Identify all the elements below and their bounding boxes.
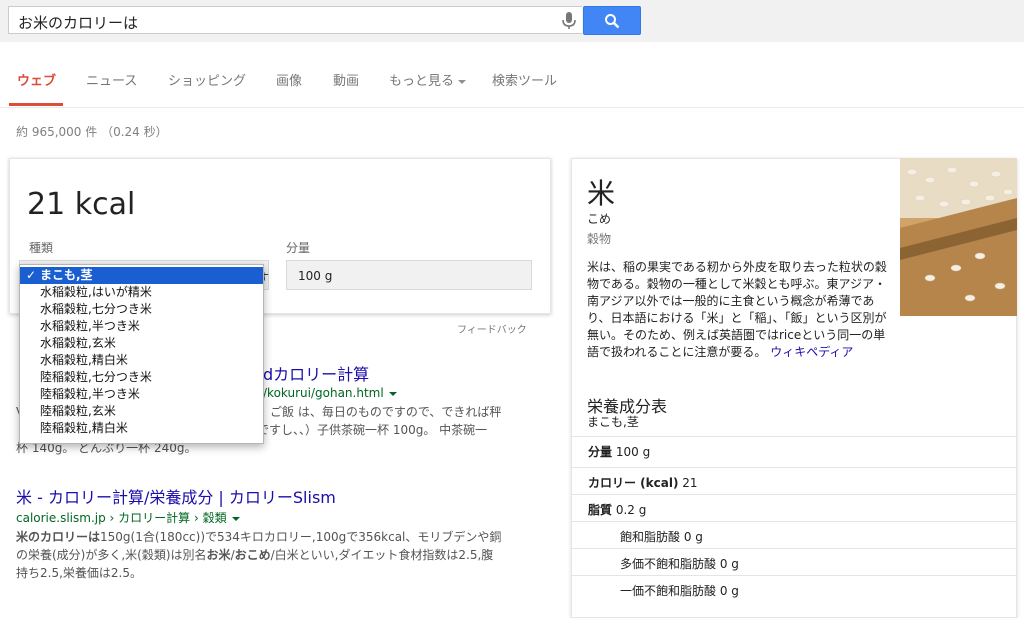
option-label: 陸稲穀粒,玄米	[40, 404, 116, 418]
chevron-down-icon	[458, 79, 467, 84]
amount-select[interactable]: 100 g	[286, 260, 532, 290]
result-1-snippet-b: ご飯 は、毎日のものですので、できれば秤	[270, 405, 502, 419]
option-label: 陸稲穀粒,精白米	[40, 421, 128, 435]
nutrition-label: 分量	[588, 445, 613, 459]
dropdown-option[interactable]: 水稲穀粒,精白米	[20, 352, 263, 369]
nutrition-label: 飽和脂肪酸	[620, 530, 681, 544]
chevron-down-icon	[388, 391, 397, 396]
kp-category: 穀物	[587, 232, 612, 246]
result-1-url[interactable]: /kokurui/gohan.html	[263, 386, 397, 400]
tab-videos[interactable]: 動画	[333, 70, 359, 89]
dropdown-option[interactable]: 陸稲穀粒,精白米	[20, 420, 263, 437]
tab-more-label: もっと見る	[389, 74, 455, 89]
result-1-snippet-c: ですし、、）子供茶碗一杯 100g。 中茶碗一	[257, 423, 488, 437]
result-2-url[interactable]: calorie.slism.jp › カロリー計算 › 穀類	[16, 509, 240, 526]
search-input[interactable]: お米のカロリーは	[8, 6, 582, 34]
dropdown-option[interactable]: 水稲穀粒,玄米	[20, 335, 263, 352]
dropdown-option[interactable]: 陸稲穀粒,玄米	[20, 403, 263, 420]
nutrition-subtitle: まこも,茎	[587, 415, 639, 429]
check-icon: ✓	[26, 268, 37, 282]
search-icon	[605, 14, 620, 29]
type-dropdown-list[interactable]: ✓ まこも,茎 水稲穀粒,はいが精米 水稲穀粒,七分つき米 水稲穀粒,半つき米 水…	[19, 264, 264, 444]
kcal-value: 21 kcal	[27, 187, 136, 222]
result-2-url-text: calorie.slism.jp › カロリー計算 › 穀類	[16, 511, 227, 525]
nutrition-row-text: 多価不飽和脂肪酸 0 g	[620, 555, 739, 572]
feedback-link[interactable]: フィードバック	[457, 321, 527, 336]
nutrition-value: 0.2 g	[615, 503, 647, 517]
result-1-url-text: /kokurui/gohan.html	[263, 386, 384, 400]
tab-shopping[interactable]: ショッピング	[168, 70, 246, 89]
nutrition-row-text: 分量 100 g	[588, 443, 650, 460]
dropdown-option[interactable]: 陸稲穀粒,半つき米	[20, 386, 263, 403]
dropdown-option[interactable]: ✓ まこも,茎	[20, 267, 263, 284]
snippet-text: 150g(1合(180cc))で534キロカロリー,100gで356kcal、モ…	[100, 530, 502, 544]
result-1-title[interactable]: dカロリー計算	[263, 361, 369, 385]
nutrition-row: カロリー (kcal) 21	[572, 467, 1016, 494]
search-query-text: お米のカロリーは	[18, 14, 139, 32]
dropdown-option[interactable]: 陸稲穀粒,七分つき米	[20, 369, 263, 386]
mic-icon[interactable]	[560, 11, 578, 31]
rice-photo-illustration	[900, 158, 1017, 316]
option-label: まこも,茎	[40, 268, 93, 282]
active-tab-underline	[9, 103, 63, 106]
nutrition-row: 脂質 0.2 g	[572, 494, 1016, 521]
nutrition-value: 0 g	[683, 530, 703, 544]
amount-value: 100 g	[298, 269, 333, 283]
tab-web[interactable]: ウェブ	[17, 70, 56, 89]
rice-image[interactable]	[900, 158, 1017, 316]
result-2-title[interactable]: 米 - カロリー計算/栄養成分 | カロリーSlism	[16, 484, 336, 508]
nutrition-label: 多価不飽和脂肪酸	[620, 557, 717, 571]
nutrition-row: 分量 100 g	[572, 436, 1016, 463]
tab-images[interactable]: 画像	[276, 70, 302, 89]
snippet-bold: お米	[206, 548, 231, 562]
nutrition-row-text: 脂質 0.2 g	[588, 501, 646, 518]
option-label: 水稲穀粒,半つき米	[40, 319, 140, 333]
tab-more[interactable]: もっと見る	[389, 70, 467, 89]
kp-description: 米は、稲の果実である籾から外皮を取り去った粒状の穀物である。穀物の一種として米穀…	[587, 259, 893, 361]
tab-search-tools[interactable]: 検索ツール	[492, 70, 557, 89]
snippet-text: の栄養(成分)が多く,米(穀類)は別名	[16, 548, 207, 562]
kp-title: 米	[587, 177, 616, 210]
nutrition-label: カロリー (kcal)	[588, 476, 679, 490]
nutrition-value: 21	[682, 476, 698, 490]
snippet-text: 持ち2.5,栄養価は2.5。	[16, 566, 142, 580]
option-label: 水稲穀粒,玄米	[40, 336, 116, 350]
result-2-snippet: 米のカロリーは150g(1合(180cc))で534キロカロリー,100gで35…	[16, 528, 501, 582]
nutrition-row-text: 一価不飽和脂肪酸 0 g	[620, 582, 739, 599]
nutrition-row: 飽和脂肪酸 0 g	[572, 521, 1016, 548]
search-button[interactable]	[583, 6, 641, 35]
nutrition-value: 0 g	[719, 557, 739, 571]
nutrition-row: 多価不飽和脂肪酸 0 g	[572, 548, 1016, 575]
option-label: 水稲穀粒,精白米	[40, 353, 128, 367]
option-label: 陸稲穀粒,半つき米	[40, 387, 140, 401]
dropdown-option[interactable]: 水稲穀粒,はいが精米	[20, 284, 263, 301]
snippet-bold: おこめ	[234, 548, 271, 562]
option-label: 水稲穀粒,七分つき米	[40, 302, 152, 316]
nutrition-row-text: カロリー (kcal) 21	[588, 474, 698, 491]
snippet-bold: 米のカロリーは	[16, 530, 101, 544]
result-stats: 約 965,000 件 （0.24 秒）	[16, 125, 168, 139]
dropdown-option[interactable]: 水稲穀粒,半つき米	[20, 318, 263, 335]
nutrition-value: 0 g	[719, 584, 739, 598]
nutrition-row-text: 飽和脂肪酸 0 g	[620, 528, 703, 545]
wikipedia-link[interactable]: ウィキペディア	[770, 345, 853, 359]
option-label: 陸稲穀粒,七分つき米	[40, 370, 152, 384]
chevron-down-icon	[231, 516, 240, 521]
tab-news[interactable]: ニュース	[86, 70, 137, 89]
snippet-text: /白米といい,ダイエット食材指数は2.5,腹	[270, 548, 494, 562]
type-label: 種類	[29, 241, 54, 255]
kp-reading: こめ	[587, 212, 612, 226]
option-label: 水稲穀粒,はいが精米	[40, 285, 152, 299]
nutrition-label: 脂質	[588, 503, 613, 517]
dropdown-option[interactable]: 水稲穀粒,七分つき米	[20, 301, 263, 318]
amount-label: 分量	[286, 241, 311, 255]
nutrition-value: 100 g	[615, 445, 651, 459]
nutrition-row: 一価不飽和脂肪酸 0 g	[572, 575, 1016, 602]
nutrition-label: 一価不飽和脂肪酸	[620, 584, 717, 598]
